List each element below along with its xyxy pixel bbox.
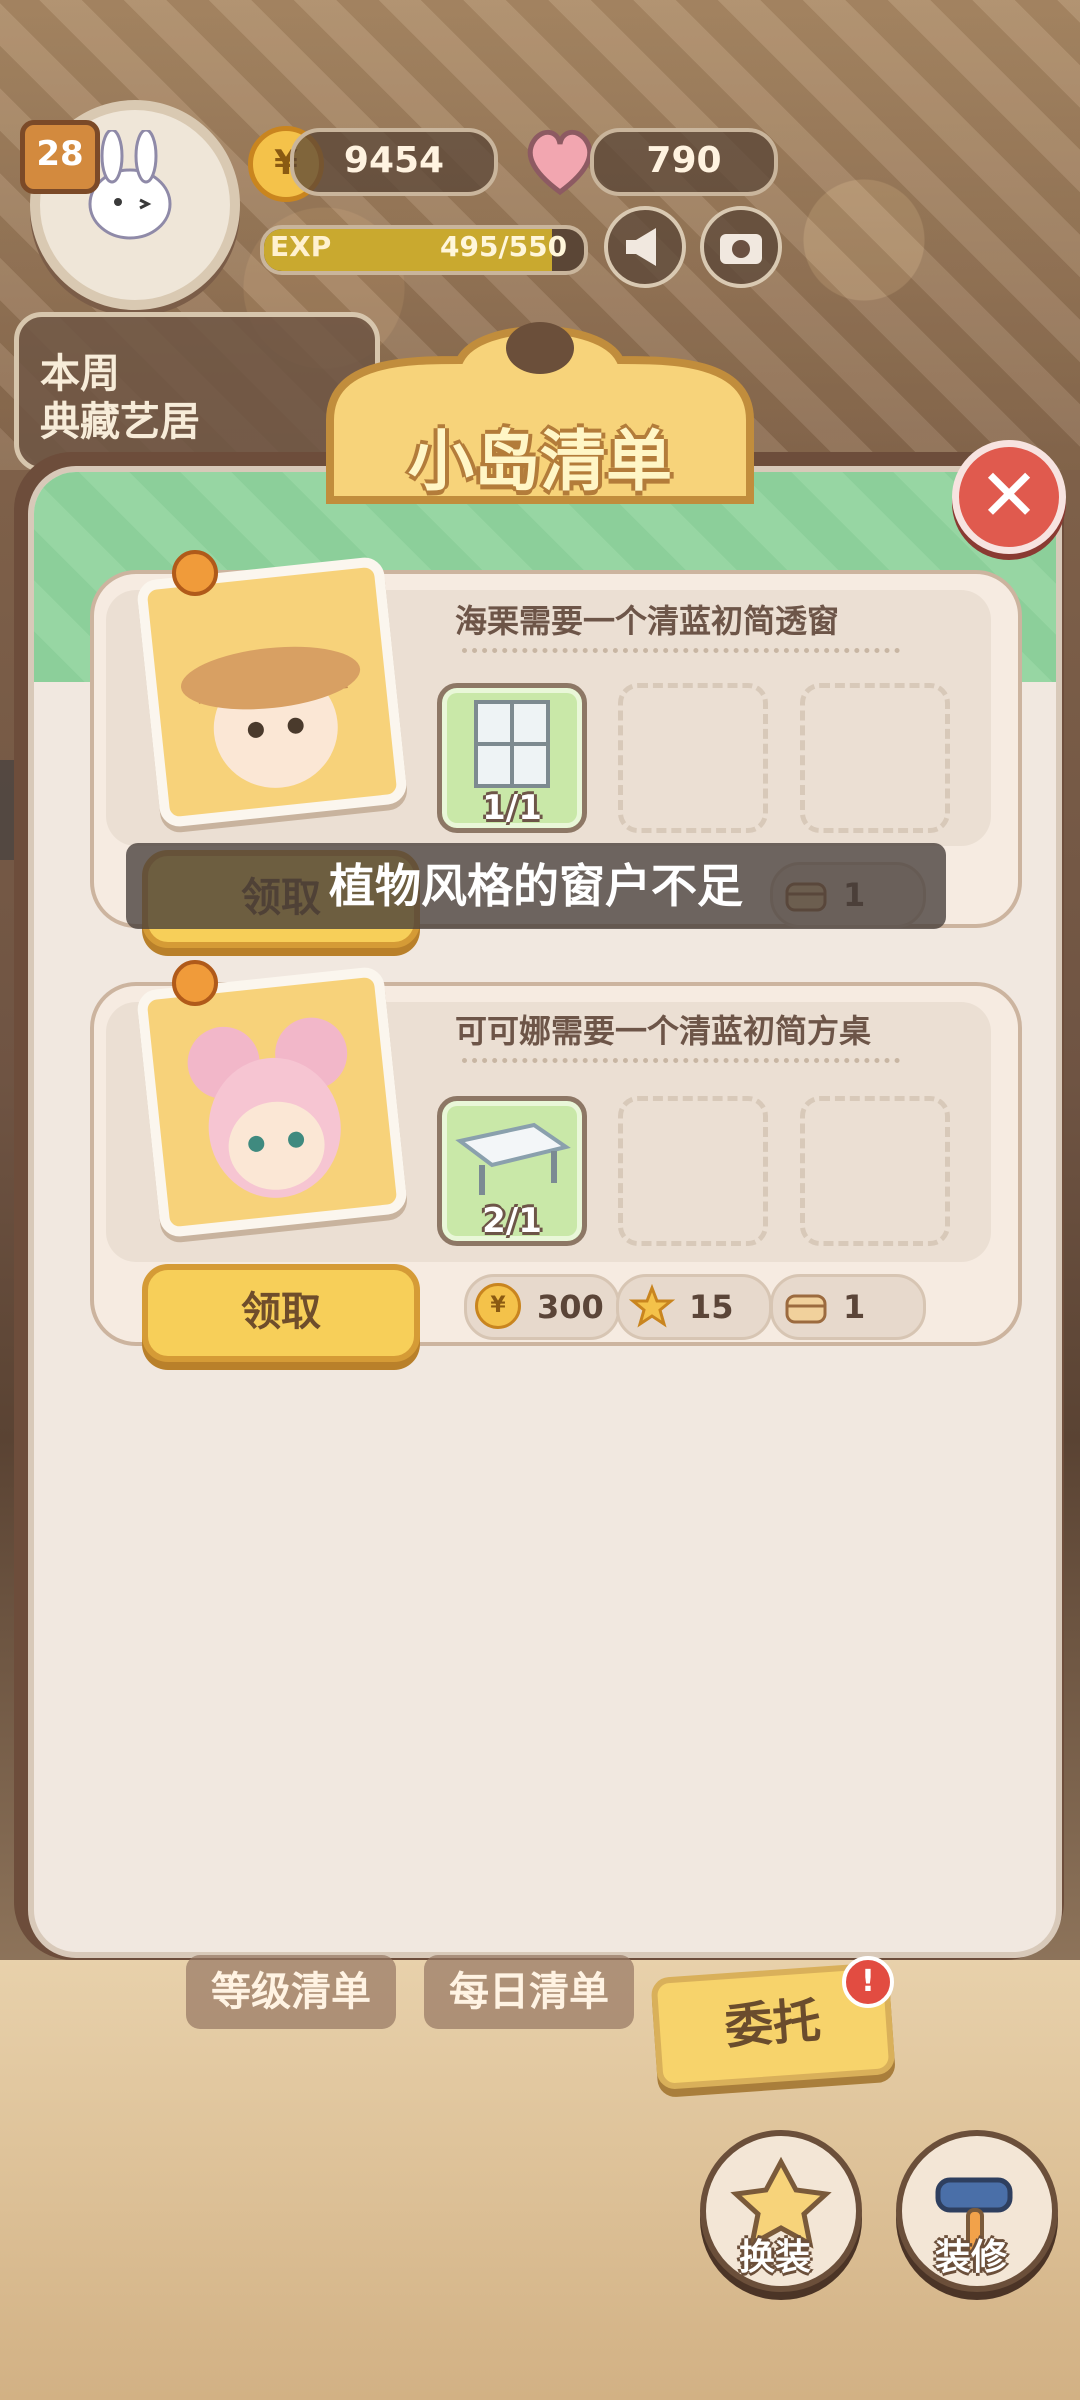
claim-button[interactable]: 领取 xyxy=(142,1264,420,1362)
exp-label: EXP xyxy=(270,230,332,263)
task-title: 海栗需要一个清蓝初简透窗 xyxy=(455,602,840,640)
tab-level-list[interactable]: 等级清单 xyxy=(186,1955,396,2029)
tab-daily-list[interactable]: 每日清单 xyxy=(424,1955,634,2029)
coin-icon: ¥ xyxy=(475,1283,521,1329)
star-icon xyxy=(629,1284,675,1328)
item-slot-empty xyxy=(800,683,950,833)
window-item-icon xyxy=(474,700,550,788)
box-icon xyxy=(785,1294,827,1324)
slot-count: 1/1 xyxy=(482,788,542,828)
weekly-line2: 典藏艺居 xyxy=(40,399,200,445)
heart-count: 790 xyxy=(590,128,778,196)
pink-hair-portrait-icon xyxy=(187,1017,348,1198)
exp-value: 495/550 xyxy=(440,230,568,263)
item-slot-filled[interactable]: 1/1 xyxy=(437,683,587,833)
dotted-divider xyxy=(462,1058,900,1063)
weekly-collection-label: 本周 典藏艺居 xyxy=(40,350,200,446)
pin-icon xyxy=(172,960,218,1006)
item-slot-empty xyxy=(800,1096,950,1246)
npc-portrait-kekena xyxy=(135,965,409,1239)
toast-message: 植物风格的窗户不足 xyxy=(329,859,743,913)
close-button[interactable]: ✕ xyxy=(952,440,1066,554)
reward-coin: ¥ 300 xyxy=(464,1274,620,1340)
pin-icon xyxy=(172,550,218,596)
heart-icon xyxy=(527,129,593,196)
notification-alert-icon: ! xyxy=(842,1956,894,2008)
outfit-label: 换装 xyxy=(738,2237,811,2278)
dotted-divider xyxy=(462,648,900,653)
task-title: 可可娜需要一个清蓝初简方桌 xyxy=(455,1012,872,1050)
megaphone-icon xyxy=(626,228,656,266)
reward-star: 15 xyxy=(616,1274,772,1340)
weekly-line1: 本周 xyxy=(40,351,120,397)
reward-value: 15 xyxy=(689,1288,734,1326)
reward-box: 1 xyxy=(770,1274,926,1340)
camera-icon xyxy=(720,234,762,264)
item-slot-empty xyxy=(618,1096,768,1246)
slot-count: 2/1 xyxy=(482,1201,542,1241)
coin-count: 9454 xyxy=(290,128,498,196)
table-item-icon xyxy=(455,1122,571,1195)
reward-value: 300 xyxy=(537,1288,604,1326)
item-slot-filled[interactable]: 2/1 xyxy=(437,1096,587,1246)
announcement-button[interactable] xyxy=(604,206,686,288)
dialog-title: 小岛清单 xyxy=(408,423,672,500)
reward-value: 1 xyxy=(843,1288,866,1326)
decorate-label: 装修 xyxy=(934,2237,1007,2278)
npc-portrait-haili xyxy=(135,555,409,829)
item-slot-empty xyxy=(618,683,768,833)
level-badge: 28 xyxy=(20,120,100,194)
girl-hat-portrait-icon xyxy=(180,646,361,788)
camera-button[interactable] xyxy=(700,206,782,288)
